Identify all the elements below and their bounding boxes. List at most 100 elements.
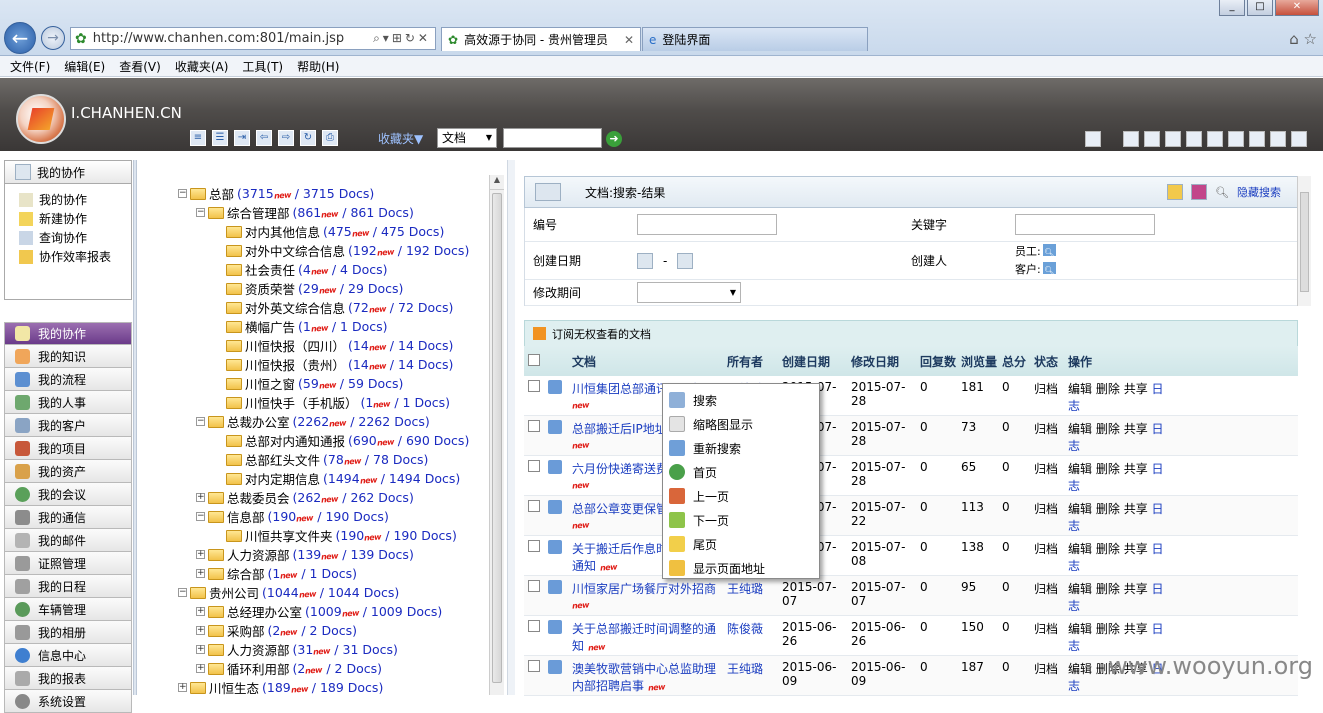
book-icon[interactable] [1191,184,1208,200]
col-created[interactable]: 创建日期 [782,353,851,370]
refresh-icon[interactable]: ↻ [300,130,316,146]
ctx-research[interactable]: 重新搜索 [663,436,819,460]
tree-toggle-icon[interactable]: + [178,683,187,692]
delete-link[interactable]: 删除 [1096,622,1120,636]
keyword-input[interactable] [1015,214,1155,235]
tree-toggle-icon[interactable]: − [196,417,205,426]
owner-link[interactable]: 王纯璐 [727,580,782,597]
menu-view[interactable]: 查看(V) [119,58,161,75]
owner-link[interactable]: 王纯璐 [727,660,782,677]
mail-icon[interactable] [1144,131,1160,147]
tree-toggle-icon[interactable]: + [196,569,205,578]
favorites-dropdown[interactable]: 收藏夹▼ [378,130,423,147]
tree-node[interactable]: − 信息部 (190new / 190 Docs) [196,507,389,526]
menu-edit[interactable]: 编辑(E) [64,58,105,75]
sidebar-sub-my-collab[interactable]: 我的协作 [19,190,131,209]
tree-node[interactable]: 川恒共享文件夹 (190new / 190 Docs) [214,526,457,545]
sidebar-item-customer[interactable]: 我的客户 [4,414,132,437]
edit-link[interactable]: 编辑 [1068,502,1092,516]
delete-link[interactable]: 删除 [1096,382,1120,396]
share-link[interactable]: 共享 [1124,582,1148,596]
share-link[interactable]: 共享 [1124,382,1148,396]
home-icon[interactable] [1085,131,1101,147]
tab-login[interactable]: e 登陆界面 [642,27,868,51]
tree-node[interactable]: + 人力资源部 (31new / 31 Docs) [196,640,398,659]
modified-period-select[interactable]: ▼ [637,282,741,303]
tree-node[interactable]: 对外英文综合信息 (72new / 72 Docs) [214,298,453,317]
ctx-last-page[interactable]: 尾页 [663,532,819,556]
sidebar-item-hr[interactable]: 我的人事 [4,391,132,414]
tree-scroll-thumb[interactable] [492,193,502,683]
sidebar-item-mail[interactable]: 我的邮件 [4,529,132,552]
tree-node[interactable]: 川恒快报（四川） (14new / 14 Docs) [214,336,453,355]
row-checkbox[interactable] [528,420,540,432]
sidebar-item-info[interactable]: 信息中心 [4,644,132,667]
doc-link[interactable]: 关于总部搬迁时间调整的通知 new [572,620,727,654]
edit-link[interactable]: 编辑 [1068,382,1092,396]
browser-home-icon[interactable]: ⌂ ☆ [1289,30,1317,48]
delete-link[interactable]: 删除 [1096,422,1120,436]
row-checkbox[interactable] [528,540,540,552]
edit-link[interactable]: 编辑 [1068,462,1092,476]
tree-toggle-icon[interactable]: + [196,645,205,654]
sidebar-sub-report[interactable]: 协作效率报表 [19,247,131,266]
tree-node[interactable]: + 采购部 (2new / 2 Docs) [196,621,357,640]
sidebar-header[interactable]: 我的协作 [4,160,132,184]
tree-toggle-icon[interactable]: + [196,607,205,616]
sidebar-sub-new-collab[interactable]: 新建协作 [19,209,131,228]
panel-scrollbar[interactable] [1297,176,1311,306]
sidebar-item-knowledge[interactable]: 我的知识 [4,345,132,368]
sidebar-item-comm[interactable]: 我的通信 [4,506,132,529]
subscribe-link[interactable]: 订阅无权查看的文档 [552,326,651,342]
tree-node[interactable]: + 人力资源部 (139new / 139 Docs) [196,545,414,564]
list-view-icon[interactable]: ≡ [190,130,206,146]
calendar-end-icon[interactable] [677,252,694,269]
minimize-icon[interactable]: _ [1219,0,1245,16]
edit-link[interactable]: 编辑 [1068,542,1092,556]
menu-help[interactable]: 帮助(H) [297,58,339,75]
tree-toggle-icon[interactable]: + [196,664,205,673]
row-checkbox[interactable] [528,580,540,592]
edit-link[interactable]: 编辑 [1068,422,1092,436]
address-url[interactable]: http://www.chanhen.com:801/main.jsp [93,31,367,46]
layout-icon[interactable] [1270,131,1286,147]
ctx-search[interactable]: 搜索 [663,388,819,412]
close-window-icon[interactable]: ✕ [1275,0,1319,16]
number-input[interactable] [637,214,777,235]
tree-toggle-icon[interactable]: − [196,512,205,521]
search-go-icon[interactable]: ➜ [606,131,622,147]
tree-toggle-icon[interactable]: + [196,626,205,635]
menu-tools[interactable]: 工具(T) [242,58,283,75]
col-status[interactable]: 状态 [1034,353,1068,370]
ctx-next-page[interactable]: 下一页 [663,508,819,532]
tree-node[interactable]: 对内其他信息 (475new / 475 Docs) [214,222,444,241]
menu-favorites[interactable]: 收藏夹(A) [175,58,229,75]
exit-icon[interactable]: ⇥ [234,130,250,146]
col-modified[interactable]: 修改日期 [851,353,920,370]
col-views[interactable]: 浏览量 [961,353,1002,370]
tree-node[interactable]: 川恒快报（贵州） (14new / 14 Docs) [214,355,453,374]
arrow-right-icon[interactable]: ⇨ [278,130,294,146]
delete-link[interactable]: 删除 [1096,462,1120,476]
sidebar-item-license[interactable]: 证照管理 [4,552,132,575]
tree-node[interactable]: 资质荣誉 (29new / 29 Docs) [214,279,403,298]
sidebar-item-settings[interactable]: 系统设置 [4,690,132,713]
tree-toggle-icon[interactable]: + [196,493,205,502]
tree-node[interactable]: − 总裁办公室 (2262new / 2262 Docs) [196,412,430,431]
col-owner[interactable]: 所有者 [727,353,782,370]
tree-toggle-icon[interactable]: − [178,588,187,597]
tree-toggle-icon[interactable]: + [196,550,205,559]
edit-link[interactable]: 编辑 [1068,582,1092,596]
col-score[interactable]: 总分 [1002,353,1034,370]
calendar-start-icon[interactable] [637,252,653,269]
ctx-thumbnail[interactable]: 缩略图显示 [663,412,819,436]
calendar-icon[interactable] [1123,131,1139,147]
edit-link[interactable]: 编辑 [1068,662,1092,676]
col-doc[interactable]: 文档 [572,353,727,370]
tree-node[interactable]: − 综合管理部 (861new / 861 Docs) [196,203,414,222]
panel-scroll-thumb[interactable] [1300,192,1309,292]
ctx-first-page[interactable]: 首页 [663,460,819,484]
contacts-icon[interactable] [1249,131,1265,147]
edit-link[interactable]: 编辑 [1068,622,1092,636]
tree-node[interactable]: + 总裁委员会 (262new / 262 Docs) [196,488,414,507]
